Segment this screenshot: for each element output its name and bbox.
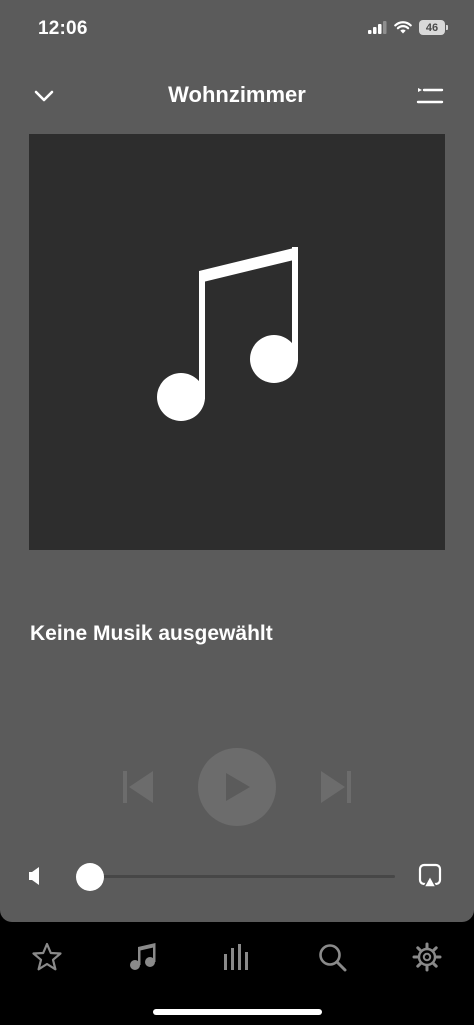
album-artwork [29,134,445,550]
next-button[interactable] [319,768,353,806]
tab-bar [0,922,474,992]
previous-button[interactable] [121,768,155,806]
volume-knob[interactable] [76,863,104,891]
tab-settings[interactable] [397,932,457,982]
music-note-icon [157,247,298,421]
equalizer-icon [223,944,248,970]
battery-icon: 46 [419,20,448,35]
tab-favorites[interactable] [17,932,77,982]
home-indicator[interactable] [153,1009,322,1015]
search-icon [318,944,347,972]
gear-icon [412,942,442,972]
skip-next-icon [321,771,351,803]
speaker-icon [29,867,39,885]
tab-music[interactable] [112,932,172,982]
music-note-icon [130,943,156,970]
queue-button[interactable] [416,84,444,108]
play-icon [226,773,250,801]
signal-icon [368,21,387,34]
play-button[interactable] [198,748,276,826]
output-button[interactable] [418,863,442,889]
battery-level: 46 [419,20,445,35]
room-title: Wohnzimmer [168,82,306,107]
tab-rooms[interactable] [207,932,267,982]
star-icon [32,942,62,971]
track-title: Keine Musik ausgewählt [30,622,273,645]
status-icons: 46 [368,20,448,35]
now-playing-sheet: 12:06 46 Wohnzimmer Keine Musik ausgewäh… [0,0,474,922]
volume-slider[interactable] [76,863,395,891]
wifi-icon [394,21,412,34]
airplay-icon [418,863,442,888]
speaker-button[interactable] [27,864,47,888]
tab-search[interactable] [302,932,362,982]
skip-previous-icon [123,771,153,803]
queue-list-icon [416,88,444,104]
status-time: 12:06 [38,18,88,39]
